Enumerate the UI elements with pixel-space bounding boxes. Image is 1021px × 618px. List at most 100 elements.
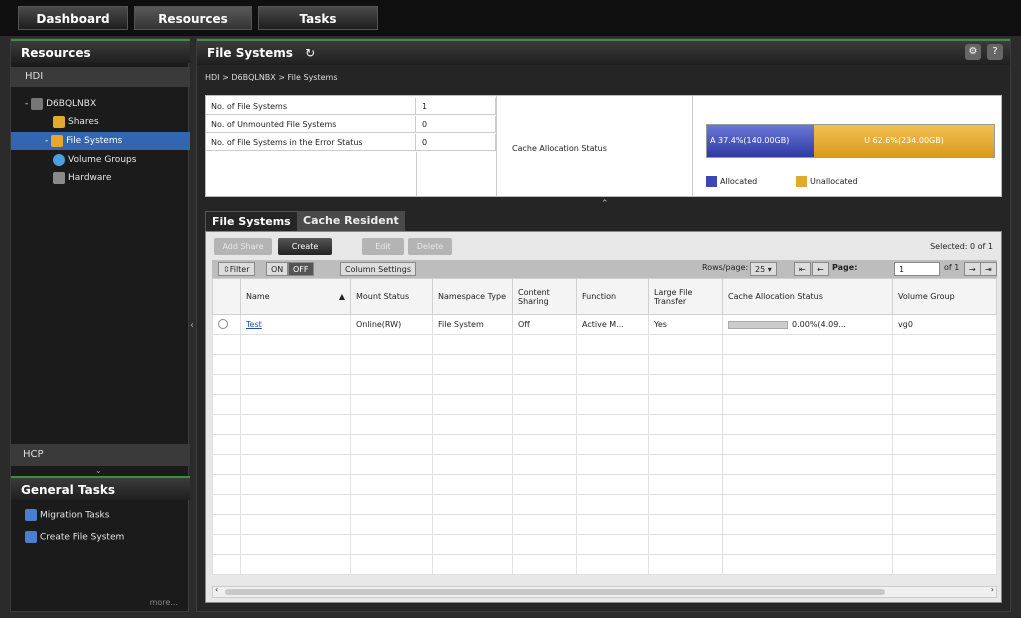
empty-table-row (212, 414, 997, 435)
empty-cell (576, 474, 649, 495)
general-tasks-header: General Tasks (11, 476, 190, 500)
column-header-namespace-type[interactable]: Namespace Type (432, 278, 513, 315)
resources-header: Resources (11, 39, 190, 63)
empty-cell (722, 474, 893, 495)
hcp-section[interactable]: HCP (11, 444, 190, 466)
add-share-button[interactable]: Add Share (214, 238, 272, 255)
summary-row: No. of File Systems 1 (206, 98, 496, 115)
empty-cell (722, 534, 893, 555)
file-system-link[interactable]: Test (246, 320, 262, 329)
tab-resources[interactable]: Resources (134, 6, 252, 30)
empty-cell (240, 554, 351, 575)
tab-dashboard[interactable]: Dashboard (18, 6, 128, 30)
row-radio-button[interactable] (218, 318, 228, 329)
tree-item-volume-groups[interactable]: Volume Groups (53, 151, 136, 169)
empty-cell (350, 514, 433, 535)
first-page-icon[interactable]: ⇤ (794, 262, 811, 276)
create-button[interactable]: Create (278, 238, 332, 255)
settings-icon[interactable]: ⚙ (965, 44, 981, 60)
column-header-mount-status[interactable]: Mount Status (350, 278, 433, 315)
row-select-cell[interactable] (212, 314, 241, 335)
empty-cell (350, 394, 433, 415)
migration-tasks-link[interactable]: Migration Tasks (25, 509, 109, 521)
column-header-large-file-transfer[interactable]: Large File Transfer (648, 278, 723, 315)
tree-item-d6bqlnbx[interactable]: - D6BQLNBX (25, 95, 96, 113)
scroll-right-icon[interactable]: › (991, 585, 994, 594)
empty-cell (240, 494, 351, 515)
empty-cell (212, 514, 241, 535)
function-cell: Active M... (576, 314, 649, 335)
empty-cell (576, 334, 649, 355)
refresh-icon[interactable]: ↻ (305, 46, 315, 60)
scroll-left-icon[interactable]: ‹ (215, 585, 218, 594)
delete-button[interactable]: Delete (408, 238, 452, 255)
filter-off-toggle[interactable]: OFF (288, 262, 314, 276)
empty-cell (648, 354, 723, 375)
tab-file-systems[interactable]: File Systems (205, 211, 298, 231)
empty-cell (512, 394, 577, 415)
column-settings-button[interactable]: Column Settings (340, 262, 416, 276)
column-header-volume-group[interactable]: Volume Group (892, 278, 997, 315)
empty-cell (212, 354, 241, 375)
empty-cell (432, 554, 513, 575)
empty-cell (350, 374, 433, 395)
empty-cell (576, 534, 649, 555)
collapse-panel-icon[interactable]: ‹ (190, 320, 194, 331)
column-header-cache-allocation-status[interactable]: Cache Allocation Status (722, 278, 893, 315)
filter-on-toggle[interactable]: ON (266, 262, 289, 276)
rows-per-page-select[interactable]: 25 ▾ (750, 262, 777, 276)
collapse-summary-icon[interactable]: ⌃ (601, 199, 609, 209)
page-input[interactable]: 1 (894, 262, 940, 276)
previous-page-icon[interactable]: ← (812, 262, 829, 276)
empty-cell (892, 354, 997, 375)
empty-table-row (212, 374, 997, 395)
filter-button[interactable]: ⇳Filter (218, 262, 255, 276)
empty-cell (512, 494, 577, 515)
cache-allocation-label: Cache Allocation Status (512, 144, 607, 153)
scrollbar-thumb[interactable] (225, 589, 885, 595)
empty-cell (648, 534, 723, 555)
empty-cell (512, 354, 577, 375)
create-file-system-icon (25, 531, 37, 543)
file-systems-table: Name ▲ Mount Status Namespace Type Conten… (212, 278, 997, 575)
empty-cell (576, 414, 649, 435)
last-page-icon[interactable]: ⇥ (980, 262, 997, 276)
empty-table-row (212, 334, 997, 355)
empty-cell (350, 334, 433, 355)
empty-cell (240, 394, 351, 415)
empty-cell (722, 414, 893, 435)
more-link[interactable]: more... (150, 598, 178, 607)
column-header-name[interactable]: Name ▲ (240, 278, 351, 315)
sort-ascending-icon[interactable]: ▲ (339, 292, 345, 301)
empty-cell (240, 474, 351, 495)
empty-cell (212, 414, 241, 435)
help-icon[interactable]: ? (987, 44, 1003, 60)
tree-item-hardware[interactable]: Hardware (53, 169, 111, 187)
breadcrumb[interactable]: HDI > D6BQLNBX > File Systems (205, 73, 338, 82)
empty-cell (892, 394, 997, 415)
tree-item-shares[interactable]: Shares (53, 113, 99, 131)
mount-status-cell: Online(RW) (350, 314, 433, 335)
column-header-function[interactable]: Function (576, 278, 649, 315)
tab-tasks[interactable]: Tasks (258, 6, 378, 30)
create-file-system-link[interactable]: Create File System (25, 531, 124, 543)
tab-cache-resident[interactable]: Cache Resident (297, 211, 405, 231)
column-header-content-sharing[interactable]: Content Sharing (512, 278, 577, 315)
next-page-icon[interactable]: → (964, 262, 981, 276)
empty-cell (350, 534, 433, 555)
hdi-section[interactable]: HDI (11, 67, 190, 87)
horizontal-scrollbar[interactable]: ‹ › (212, 585, 997, 598)
empty-cell (576, 454, 649, 475)
edit-button[interactable]: Edit (362, 238, 404, 255)
empty-cell (648, 334, 723, 355)
file-systems-content: Add Share Create Edit Delete Selected: 0… (205, 231, 1002, 603)
empty-cell (648, 454, 723, 475)
server-icon (31, 97, 44, 110)
filter-bar: ⇳Filter ON OFF Column Settings Rows/page… (212, 260, 997, 278)
chevron-down-icon[interactable]: ⌄ (95, 466, 102, 475)
name-cell[interactable]: Test (240, 314, 351, 335)
cache-allocation-cell: 0.00%(4.09... (722, 314, 893, 335)
top-navigation: Dashboard Resources Tasks (0, 0, 1021, 36)
tree-item-file-systems[interactable]: - File Systems (11, 132, 190, 150)
table-row[interactable]: Test Online(RW) File System Off Active M… (212, 314, 997, 335)
